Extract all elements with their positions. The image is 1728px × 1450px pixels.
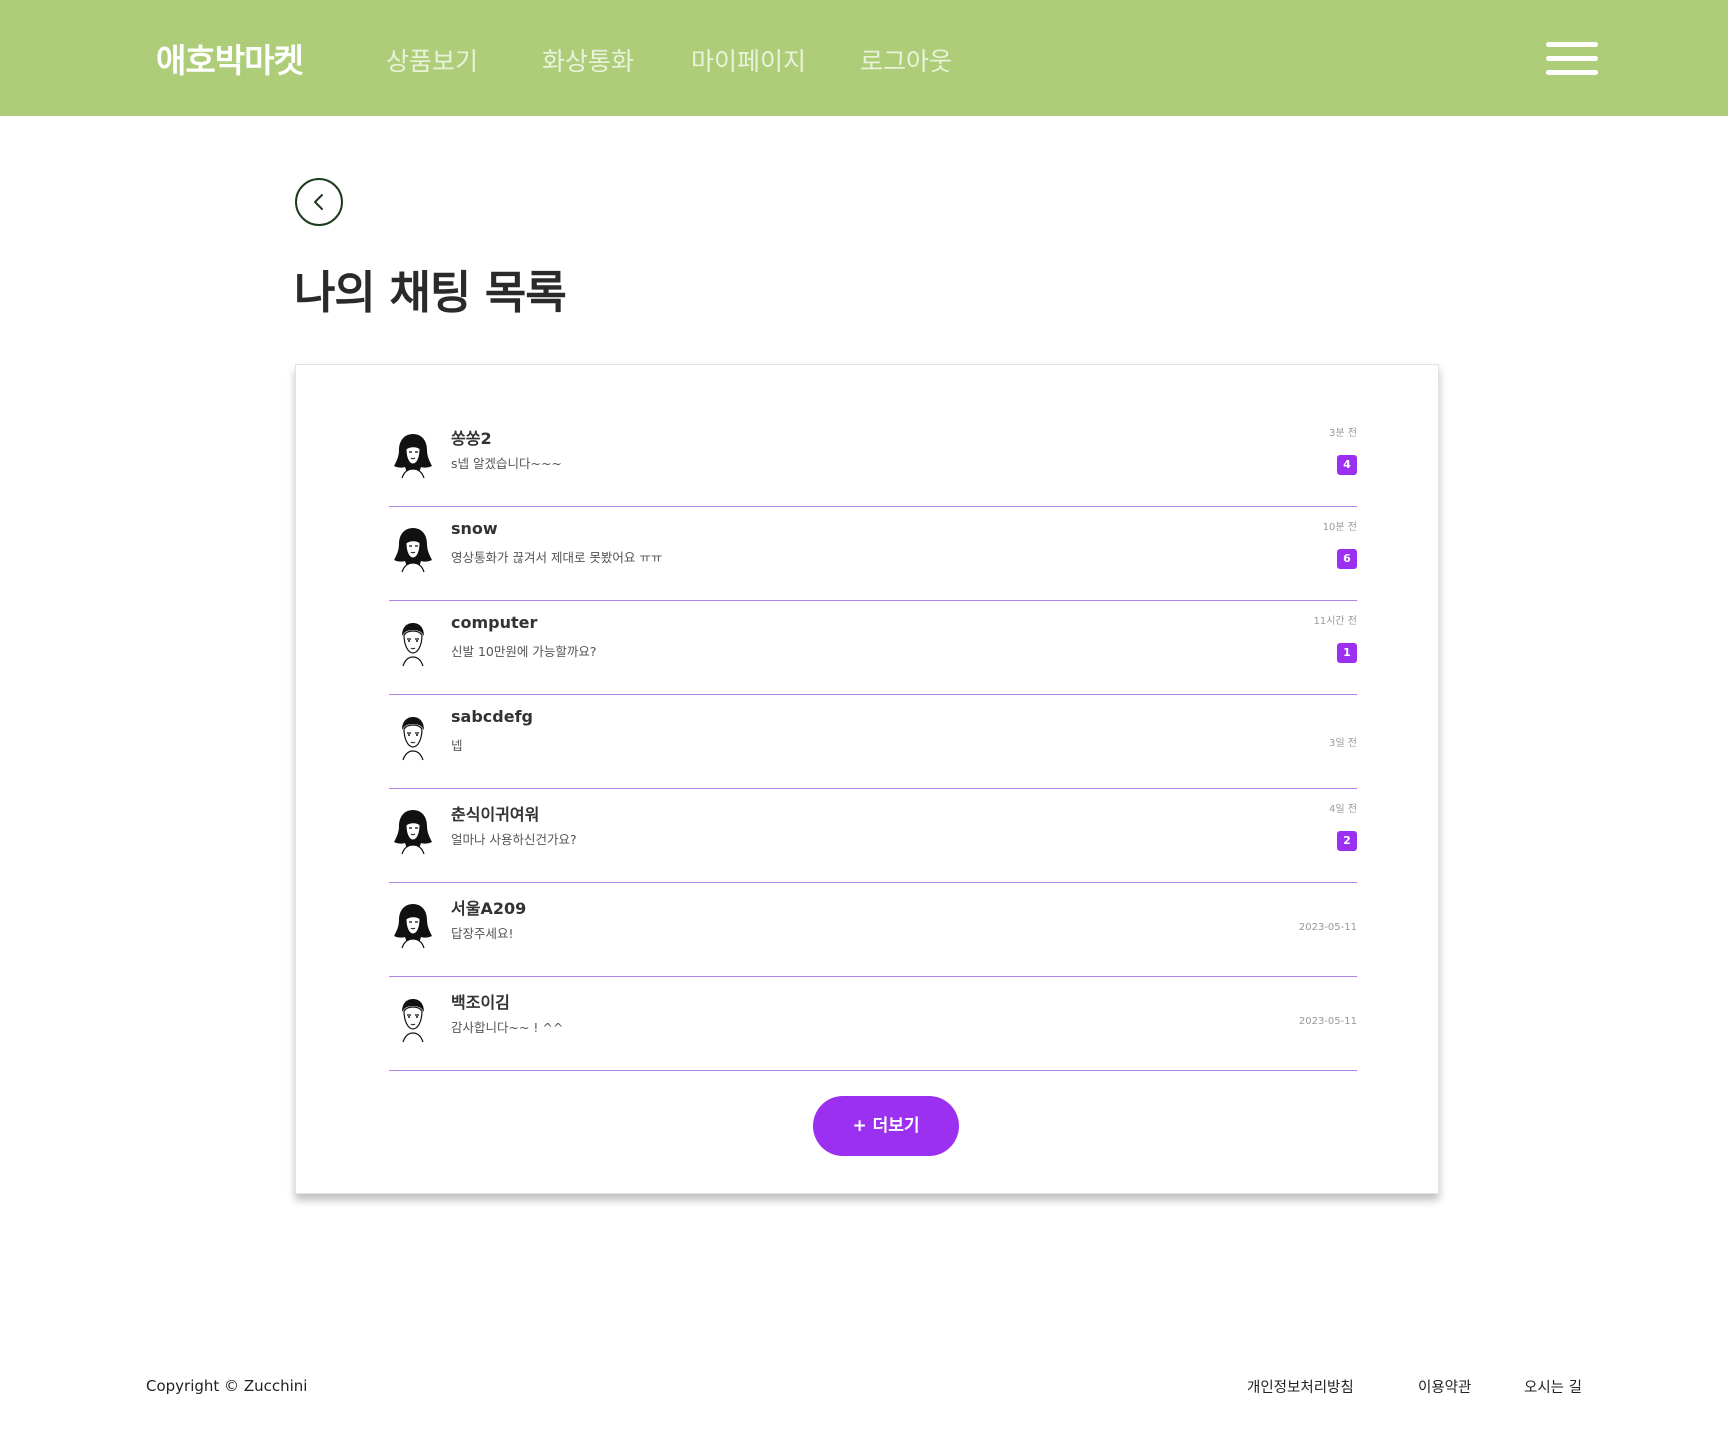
load-more-button[interactable]: + 더보기 — [813, 1096, 959, 1156]
chat-timestamp: 2023-05-11 — [1298, 1016, 1357, 1027]
top-header: 애호박마켓 상품보기 화상통화 마이페이지 로그아웃 — [0, 0, 1728, 116]
man-avatar-icon — [393, 619, 433, 667]
unread-count-badge: 4 — [1337, 455, 1357, 475]
chat-timestamp: 11시간 전 — [1313, 616, 1357, 627]
chat-partner-name: computer — [451, 613, 538, 632]
chat-row[interactable]: snow 영상통화가 끊겨서 제대로 못봤어요 ㅠㅠ 10분 전 6 — [389, 507, 1357, 601]
man-avatar-icon — [393, 995, 433, 1043]
nav-item-logout[interactable]: 로그아웃 — [860, 42, 952, 78]
nav-item-mypage[interactable]: 마이페이지 — [691, 42, 806, 78]
hamburger-menu-icon[interactable] — [1546, 40, 1598, 78]
chevron-left-icon — [314, 194, 323, 210]
footer-link-terms[interactable]: 이용약관 — [1418, 1376, 1471, 1397]
chat-last-message: 신발 10만원에 가능할까요? — [451, 644, 597, 659]
chat-timestamp: 2023-05-11 — [1298, 922, 1357, 933]
chat-partner-name: 서울A209 — [451, 899, 527, 918]
unread-count-badge: 6 — [1337, 549, 1357, 569]
chat-row[interactable]: 서울A209 답장주세요! 2023-05-11 — [389, 883, 1357, 977]
woman-avatar-icon — [393, 525, 433, 573]
chat-list: 쏭쏭2 s넵 알겠습니다~~~ 3분 전 4 snow 영상통화가 끊겨서 제대로 못봤어… — [389, 413, 1357, 1071]
chat-row[interactable]: 백조이김감사합니다~~ ! ^^ 2023-05-11 — [389, 977, 1357, 1071]
chat-last-message: 넵 — [451, 738, 463, 753]
woman-avatar-icon — [393, 431, 433, 479]
nav-item-video-call[interactable]: 화상통화 — [542, 42, 634, 78]
chat-last-message: s넵 알겠습니다~~~ — [451, 456, 562, 471]
chat-last-message: 답장주세요! — [451, 926, 514, 941]
chat-partner-name: 춘식이귀여워 — [451, 805, 540, 824]
chat-row[interactable]: sabcdefg 넵 3일 전 — [389, 695, 1357, 789]
chat-partner-name: sabcdefg — [451, 707, 533, 726]
chat-timestamp: 3일 전 — [1329, 738, 1357, 749]
chat-last-message: 감사합니다~~ ! ^^ — [451, 1020, 564, 1035]
page-title: 나의 채팅 목록 — [294, 266, 567, 319]
man-avatar-icon — [393, 713, 433, 761]
copyright-text: Copyright © Zucchini — [146, 1377, 308, 1395]
chat-partner-name: 백조이김 — [451, 993, 510, 1012]
chat-list-card: 쏭쏭2 s넵 알겠습니다~~~ 3분 전 4 snow 영상통화가 끊겨서 제대로 못봤어… — [295, 364, 1439, 1194]
chat-last-message: 얼마나 사용하신건가요? — [451, 832, 577, 847]
chat-partner-name: snow — [451, 519, 498, 538]
nav-item-products[interactable]: 상품보기 — [386, 42, 478, 78]
chat-row[interactable]: computer 신발 10만원에 가능할까요? 11시간 전 1 — [389, 601, 1357, 695]
site-logo[interactable]: 애호박마켓 — [156, 34, 304, 82]
chat-row[interactable]: 춘식이귀여워얼마나 사용하신건가요? 4일 전 2 — [389, 789, 1357, 883]
woman-avatar-icon — [393, 807, 433, 855]
chat-row[interactable]: 쏭쏭2 s넵 알겠습니다~~~ 3분 전 4 — [389, 413, 1357, 507]
unread-count-badge: 1 — [1337, 643, 1357, 663]
chat-timestamp: 3분 전 — [1329, 428, 1357, 439]
chat-timestamp: 10분 전 — [1322, 522, 1357, 533]
chat-partner-name: 쏭쏭2 — [451, 429, 492, 448]
footer-link-directions[interactable]: 오시는 길 — [1524, 1376, 1582, 1397]
chat-last-message: 영상통화가 끊겨서 제대로 못봤어요 ㅠㅠ — [451, 550, 663, 565]
woman-avatar-icon — [393, 901, 433, 949]
unread-count-badge: 2 — [1337, 831, 1357, 851]
chat-timestamp: 4일 전 — [1329, 804, 1357, 815]
back-button[interactable] — [295, 178, 343, 226]
footer-link-privacy[interactable]: 개인정보처리방침 — [1247, 1376, 1354, 1397]
